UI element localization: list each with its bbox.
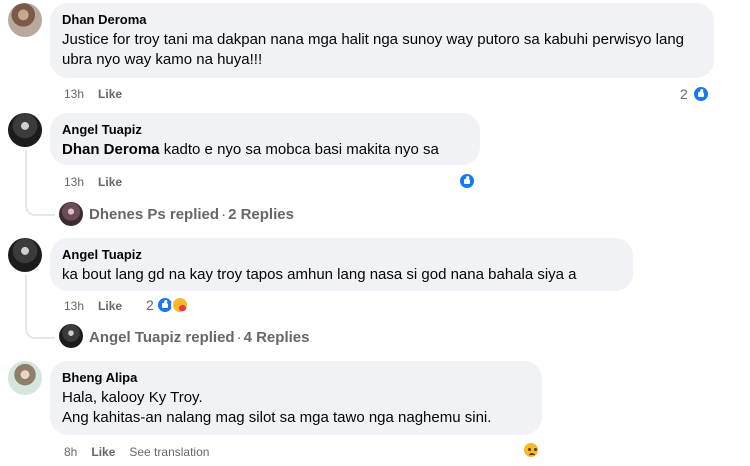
like-icon[interactable] <box>458 172 476 190</box>
reply-count: 4 Replies <box>243 329 310 346</box>
like-icon[interactable] <box>692 85 710 103</box>
comment-bubble: Bheng Alipa Hala, kalooy Ky Troy. Ang ka… <box>50 361 542 435</box>
comment-author[interactable]: Angel Tuapiz <box>62 246 621 263</box>
like-button[interactable]: Like <box>98 299 122 313</box>
comment-bubble: Angel Tuapiz Dhan Deroma kadto e nyo sa … <box>50 113 480 165</box>
avatar[interactable] <box>8 361 42 395</box>
comment-text-body: kadto e nyo sa mobca basi makita nyo sa <box>159 141 439 158</box>
care-icon[interactable] <box>171 296 189 314</box>
avatar[interactable] <box>59 324 83 348</box>
like-button[interactable]: Like <box>91 445 115 459</box>
comment-author[interactable]: Angel Tuapiz <box>62 121 468 138</box>
comment-text-line-1: Hala, kalooy Ky Troy. <box>62 389 203 406</box>
comment-text-line-2: Ang kahitas-an nalang mag silot sa mga t… <box>62 409 492 426</box>
comment-time[interactable]: 8h <box>64 445 77 459</box>
avatar[interactable] <box>8 113 42 147</box>
replier-name: Dhenes Ps <box>89 206 166 223</box>
comment-meta: 13h Like <box>64 298 122 314</box>
view-replies-link[interactable]: Angel Tuapiz replied · 4 Replies <box>89 328 309 348</box>
sad-icon[interactable] <box>522 441 540 459</box>
comment-time[interactable]: 13h <box>64 87 84 101</box>
comment-meta: 13h Like <box>64 86 122 102</box>
reaction-count[interactable]: 2 <box>680 85 688 103</box>
comment-meta: 8h Like See translation <box>64 444 209 460</box>
see-translation-link[interactable]: See translation <box>129 445 209 459</box>
like-button[interactable]: Like <box>98 87 122 101</box>
comment-bubble: Angel Tuapiz ka bout lang gd na kay troy… <box>50 238 633 291</box>
reply-count: 2 Replies <box>228 206 294 223</box>
comment-bubble: Dhan Deroma Justice for troy tani ma dak… <box>50 3 714 78</box>
thread-line <box>25 275 27 320</box>
separator: · <box>221 206 227 223</box>
avatar[interactable] <box>8 3 42 37</box>
comment-time[interactable]: 13h <box>64 299 84 313</box>
avatar[interactable] <box>59 202 83 226</box>
replied-label: replied <box>169 206 220 223</box>
separator: · <box>236 329 242 346</box>
thread-line <box>25 150 27 196</box>
comment-meta: 13h Like <box>64 174 122 190</box>
comment-text: Justice for troy tani ma dakpan nana mga… <box>62 31 689 68</box>
comment-text: ka bout lang gd na kay troy tapos amhun … <box>62 266 577 283</box>
thread-connector <box>25 196 55 216</box>
comment-author[interactable]: Bheng Alipa <box>62 369 530 386</box>
thread-connector <box>25 319 55 339</box>
reaction-count[interactable]: 2 <box>146 296 154 314</box>
mention-link[interactable]: Dhan Deroma <box>62 141 160 158</box>
comment-author[interactable]: Dhan Deroma <box>62 11 702 28</box>
avatar[interactable] <box>8 238 42 272</box>
like-button[interactable]: Like <box>98 175 122 189</box>
comment-time[interactable]: 13h <box>64 175 84 189</box>
replied-label: replied <box>185 329 235 346</box>
comment-text: Dhan Deroma kadto e nyo sa mobca basi ma… <box>62 140 468 160</box>
view-replies-link[interactable]: Dhenes Ps replied · 2 Replies <box>89 205 294 225</box>
replier-name: Angel Tuapiz <box>89 329 182 346</box>
